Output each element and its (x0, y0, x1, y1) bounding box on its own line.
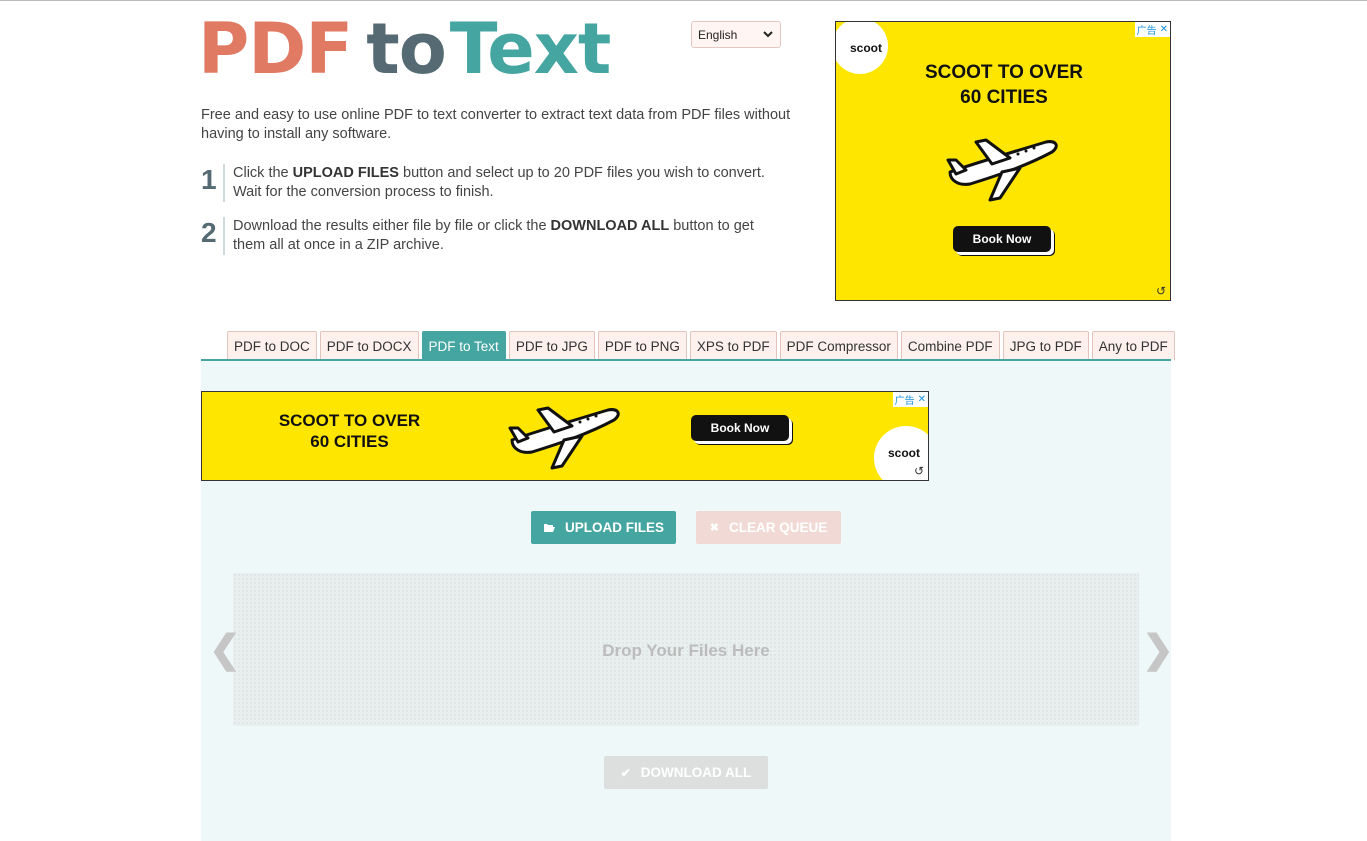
ad-headline: SCOOT TO OVER 60 CITIES (924, 62, 1083, 108)
refresh-icon[interactable]: ↺ (1156, 284, 1166, 298)
tab-jpg-to-pdf[interactable]: JPG to PDF (1002, 331, 1089, 360)
site-logo[interactable]: PDF to Text (198, 8, 612, 90)
download-all-button[interactable]: ✔ DOWNLOAD ALL (604, 756, 768, 789)
ad-headline: SCOOT TO OVER 60 CITIES (278, 411, 421, 451)
close-icon[interactable]: ✕ (918, 394, 926, 405)
ad-choices[interactable]: 广告 ✕ (1134, 22, 1170, 37)
clear-queue-button[interactable]: ✖ CLEAR QUEUE (696, 511, 841, 544)
airplane-icon (946, 138, 1058, 202)
logo-text: Text (449, 8, 612, 90)
ad-book-now-button[interactable]: Book Now (691, 415, 789, 441)
chevron-down-icon (763, 31, 773, 38)
tab-pdf-to-png[interactable]: PDF to PNG (597, 331, 687, 360)
step-1: 1 Click the UPLOAD FILES button and sele… (201, 164, 781, 202)
check-icon: ✔ (620, 765, 631, 780)
language-select[interactable]: English (691, 21, 781, 48)
ad-square[interactable]: scoot SCOOT TO OVER 60 CITIES Book Now 广… (835, 21, 1171, 301)
logo-to: to (366, 8, 447, 90)
step-number: 2 (201, 217, 217, 248)
step-text: Click the UPLOAD FILES button and select… (223, 164, 779, 202)
tab-pdf-to-jpg[interactable]: PDF to JPG (508, 331, 595, 360)
ad-brand: scoot (888, 446, 921, 460)
top-border (0, 0, 1367, 1)
tab-pdf-to-text[interactable]: PDF to Text (421, 331, 506, 360)
tab-any-to-pdf[interactable]: Any to PDF (1091, 331, 1175, 360)
tab-pdf-to-docx[interactable]: PDF to DOCX (319, 331, 419, 360)
ad-banner[interactable]: SCOOT TO OVER 60 CITIES Book Now scoot 广… (201, 391, 929, 481)
clear-queue-label: CLEAR QUEUE (728, 520, 828, 535)
tab-pdf-to-doc[interactable]: PDF to DOC (227, 331, 317, 360)
drop-zone[interactable]: Drop Your Files Here (233, 573, 1139, 726)
intro-text: Free and easy to use online PDF to text … (201, 107, 791, 142)
folder-open-icon (543, 523, 555, 532)
ad-book-now-button[interactable]: Book Now (953, 226, 1051, 252)
ad-choices[interactable]: 广告 ✕ (892, 392, 928, 407)
x-icon: ✖ (709, 522, 719, 534)
airplane-icon (508, 406, 620, 470)
language-selected: English (698, 27, 738, 42)
prev-arrow-icon[interactable]: ❮ (209, 631, 241, 669)
drop-zone-text: Drop Your Files Here (602, 641, 770, 660)
converter-tabs: PDF to DOC PDF to DOCX PDF to Text PDF to J… (227, 331, 1175, 360)
step-text: Download the results either file by file… (223, 217, 779, 255)
tab-pdf-compressor[interactable]: PDF Compressor (779, 331, 898, 360)
download-all-label: DOWNLOAD ALL (640, 765, 752, 780)
refresh-icon[interactable]: ↺ (914, 464, 924, 478)
upload-files-button[interactable]: UPLOAD FILES (531, 511, 676, 544)
upload-files-label: UPLOAD FILES (564, 520, 664, 535)
tab-combine-pdf[interactable]: Combine PDF (900, 331, 1000, 360)
tab-xps-to-pdf[interactable]: XPS to PDF (689, 331, 777, 360)
close-icon[interactable]: ✕ (1160, 24, 1168, 35)
next-arrow-icon[interactable]: ❯ (1142, 631, 1174, 669)
ad-brand: scoot (850, 41, 883, 55)
step-2: 2 Download the results either file by fi… (201, 217, 781, 255)
step-number: 1 (201, 164, 217, 195)
logo-pdf: PDF (198, 8, 353, 90)
